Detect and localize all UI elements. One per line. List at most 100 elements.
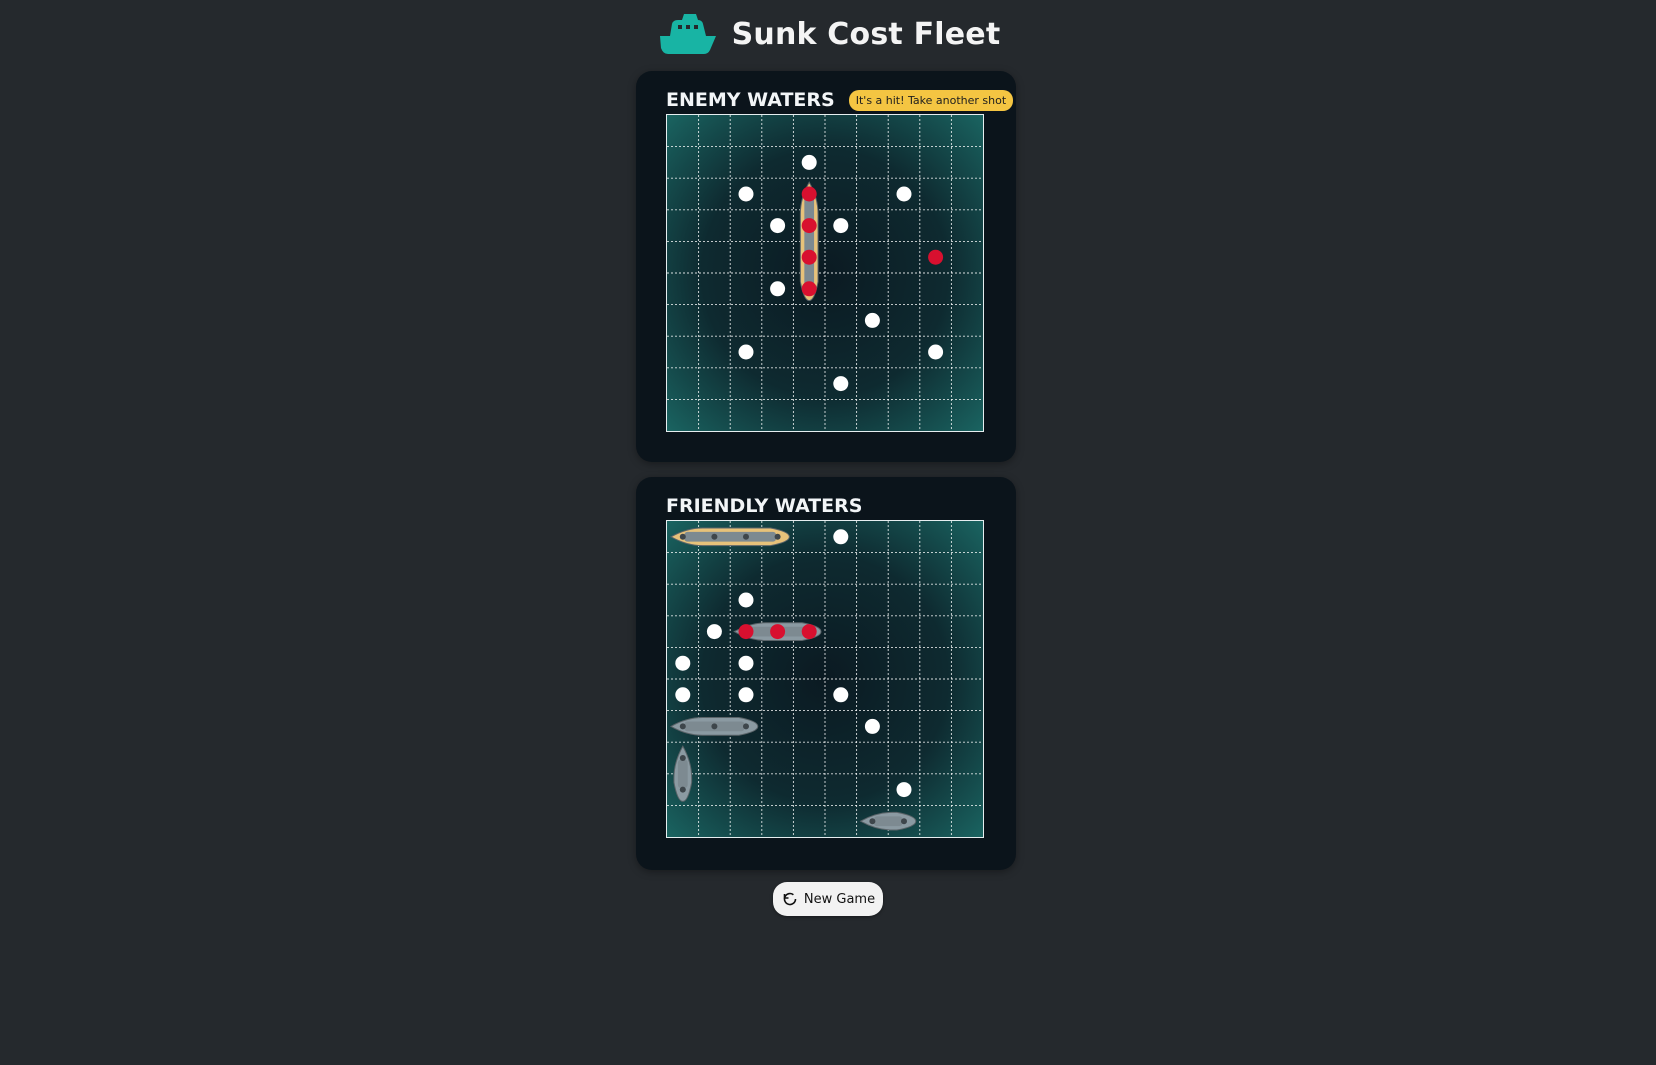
grid-cell[interactable] bbox=[730, 115, 762, 147]
grid-cell[interactable] bbox=[825, 178, 857, 210]
grid-cell[interactable] bbox=[825, 336, 857, 368]
grid-cell[interactable] bbox=[920, 399, 952, 431]
grid-cell[interactable] bbox=[667, 241, 699, 273]
grid-cell[interactable] bbox=[699, 147, 731, 179]
miss-marker bbox=[738, 344, 754, 360]
grid-cell[interactable] bbox=[699, 115, 731, 147]
grid-cell[interactable] bbox=[699, 305, 731, 337]
grid-cell[interactable] bbox=[857, 210, 889, 242]
grid-cell[interactable] bbox=[793, 399, 825, 431]
grid-cell[interactable] bbox=[888, 273, 920, 305]
miss-marker bbox=[928, 344, 944, 360]
grid-cell[interactable] bbox=[762, 241, 794, 273]
miss-marker bbox=[896, 782, 912, 798]
grid-cell[interactable] bbox=[699, 368, 731, 400]
grid-cell[interactable] bbox=[699, 178, 731, 210]
grid-cell[interactable] bbox=[730, 210, 762, 242]
enemy-grid[interactable] bbox=[667, 115, 983, 431]
grid-cell[interactable] bbox=[793, 305, 825, 337]
grid-cell[interactable] bbox=[667, 336, 699, 368]
grid-cell[interactable] bbox=[857, 399, 889, 431]
grid-cell[interactable] bbox=[667, 368, 699, 400]
grid-cell[interactable] bbox=[857, 273, 889, 305]
grid-cell[interactable] bbox=[888, 368, 920, 400]
grid-cell[interactable] bbox=[888, 210, 920, 242]
grid-cell[interactable] bbox=[793, 115, 825, 147]
grid-cell[interactable] bbox=[888, 305, 920, 337]
grid-cell[interactable] bbox=[951, 336, 983, 368]
grid-cell[interactable] bbox=[888, 115, 920, 147]
grid-cell[interactable] bbox=[730, 368, 762, 400]
grid-cell[interactable] bbox=[730, 305, 762, 337]
grid-cell[interactable] bbox=[699, 273, 731, 305]
grid-cell[interactable] bbox=[888, 399, 920, 431]
grid-cell[interactable] bbox=[951, 368, 983, 400]
grid-cell[interactable] bbox=[951, 147, 983, 179]
grid-cell[interactable] bbox=[762, 305, 794, 337]
ship-icon bbox=[659, 14, 716, 54]
grid-cell[interactable] bbox=[920, 210, 952, 242]
grid-cell[interactable] bbox=[857, 178, 889, 210]
grid-cell[interactable] bbox=[920, 115, 952, 147]
grid-cell[interactable] bbox=[730, 241, 762, 273]
grid-cell[interactable] bbox=[762, 399, 794, 431]
grid-cell[interactable] bbox=[920, 147, 952, 179]
grid-cell[interactable] bbox=[699, 210, 731, 242]
grid-cell[interactable] bbox=[951, 210, 983, 242]
hit-marker bbox=[801, 281, 817, 297]
grid-cell[interactable] bbox=[888, 241, 920, 273]
grid-cell[interactable] bbox=[825, 115, 857, 147]
grid-cell[interactable] bbox=[857, 336, 889, 368]
grid-cell[interactable] bbox=[920, 178, 952, 210]
grid-cell[interactable] bbox=[667, 305, 699, 337]
grid-cell[interactable] bbox=[920, 305, 952, 337]
grid-cell[interactable] bbox=[762, 336, 794, 368]
grid-cell[interactable] bbox=[699, 399, 731, 431]
grid-cell[interactable] bbox=[667, 147, 699, 179]
grid-cell[interactable] bbox=[667, 273, 699, 305]
grid-cell[interactable] bbox=[730, 273, 762, 305]
grid-cell[interactable] bbox=[793, 368, 825, 400]
grid-cell[interactable] bbox=[825, 147, 857, 179]
grid-cell[interactable] bbox=[920, 273, 952, 305]
grid-cell bbox=[857, 679, 889, 711]
grid-cell[interactable] bbox=[762, 368, 794, 400]
grid-cell[interactable] bbox=[888, 336, 920, 368]
grid-cell[interactable] bbox=[762, 147, 794, 179]
grid-cell[interactable] bbox=[825, 305, 857, 337]
new-game-button[interactable]: New Game bbox=[772, 882, 884, 916]
enemy-board[interactable] bbox=[666, 114, 984, 432]
grid-cell[interactable] bbox=[825, 399, 857, 431]
grid-cell[interactable] bbox=[730, 147, 762, 179]
grid-cell[interactable] bbox=[857, 115, 889, 147]
grid-cell[interactable] bbox=[667, 178, 699, 210]
grid-cell[interactable] bbox=[857, 147, 889, 179]
grid-cell[interactable] bbox=[699, 336, 731, 368]
grid-cell[interactable] bbox=[667, 210, 699, 242]
grid-cell bbox=[699, 805, 731, 837]
grid-cell[interactable] bbox=[857, 241, 889, 273]
grid-cell[interactable] bbox=[667, 399, 699, 431]
grid-cell[interactable] bbox=[951, 115, 983, 147]
miss-marker bbox=[738, 687, 754, 703]
grid-cell[interactable] bbox=[793, 336, 825, 368]
grid-cell[interactable] bbox=[762, 178, 794, 210]
grid-cell[interactable] bbox=[951, 399, 983, 431]
grid-cell[interactable] bbox=[888, 147, 920, 179]
grid-cell[interactable] bbox=[951, 241, 983, 273]
grid-cell[interactable] bbox=[920, 368, 952, 400]
grid-cell bbox=[793, 805, 825, 837]
grid-cell[interactable] bbox=[951, 305, 983, 337]
grid-cell[interactable] bbox=[730, 399, 762, 431]
grid-cell[interactable] bbox=[951, 178, 983, 210]
grid-cell[interactable] bbox=[857, 368, 889, 400]
grid-cell bbox=[888, 584, 920, 616]
grid-cell[interactable] bbox=[951, 273, 983, 305]
grid-cell bbox=[699, 679, 731, 711]
grid-cell[interactable] bbox=[762, 115, 794, 147]
grid-cell[interactable] bbox=[825, 241, 857, 273]
grid-cell[interactable] bbox=[825, 273, 857, 305]
grid-cell bbox=[825, 616, 857, 648]
grid-cell[interactable] bbox=[667, 115, 699, 147]
grid-cell[interactable] bbox=[699, 241, 731, 273]
